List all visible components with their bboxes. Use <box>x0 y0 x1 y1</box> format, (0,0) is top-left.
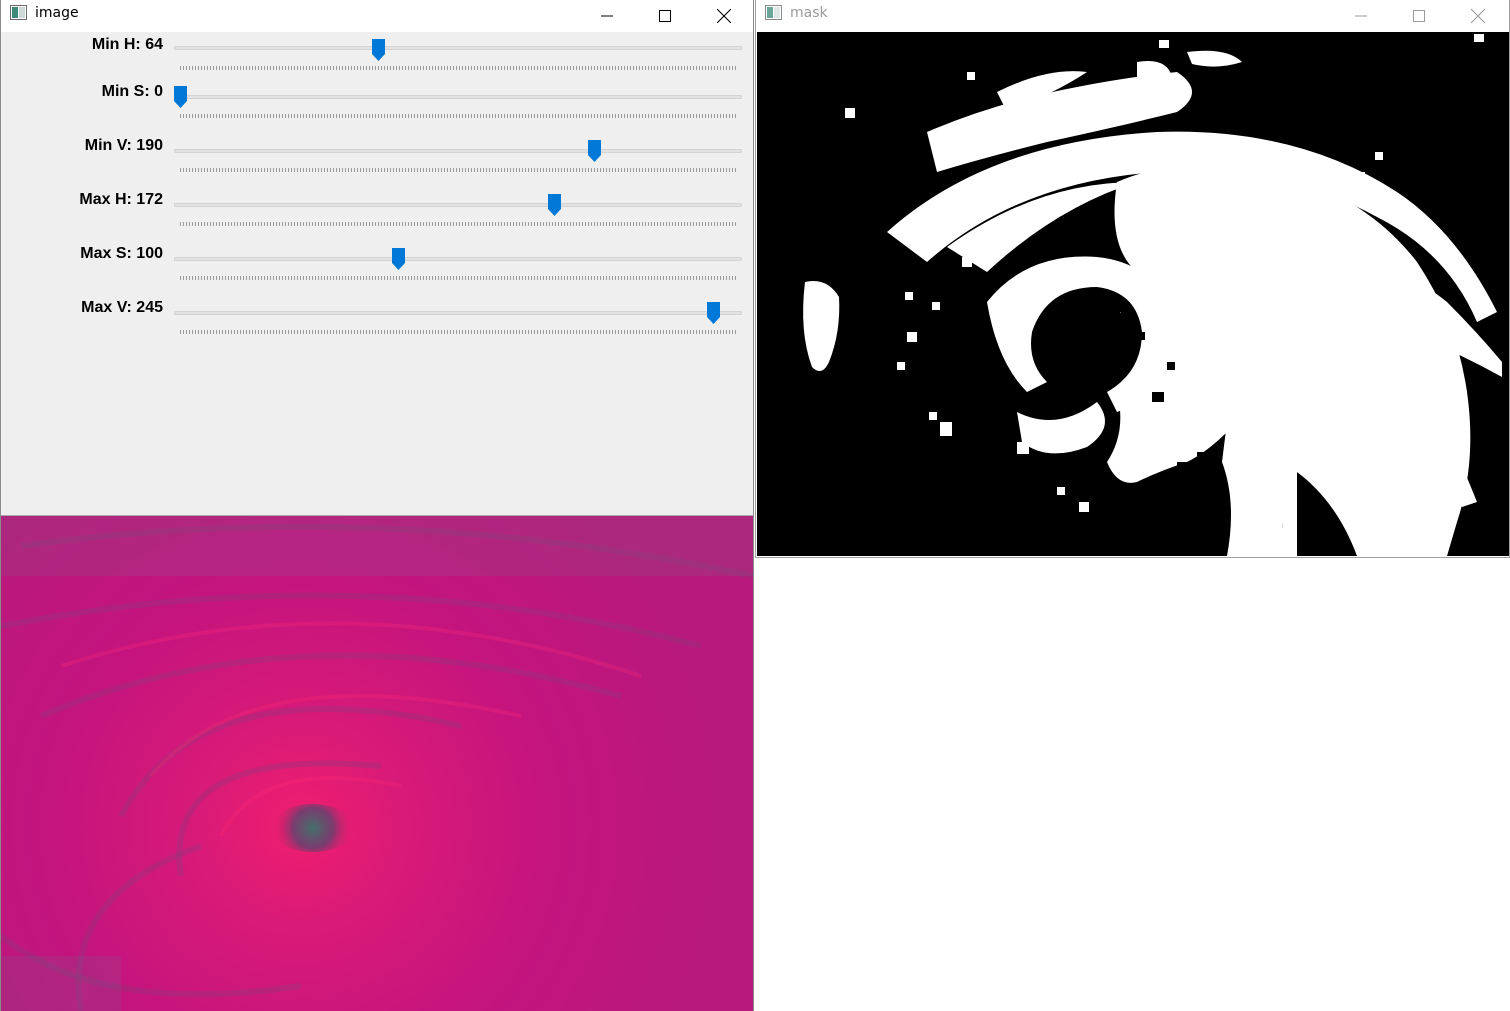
trackbar-label: Min S: 0 <box>101 83 163 100</box>
mask-titlebar[interactable]: mask <box>756 0 1509 31</box>
trackbar-ticks <box>180 168 736 172</box>
window-title: image <box>35 5 79 21</box>
minimize-button[interactable] <box>1332 0 1390 31</box>
trackbar-ticks <box>180 66 736 70</box>
trackbar-panel: Min H: 64 Min S: 0 Min V: 190 Max H: 172… <box>1 32 753 516</box>
hurricane-image <box>1 516 753 1011</box>
trackbar-track[interactable] <box>174 46 742 50</box>
minimize-icon <box>601 15 613 16</box>
app-icon <box>765 5 782 20</box>
close-button[interactable] <box>1449 0 1507 31</box>
image-window: image Min H: 64 Min S: 0 Min V: 190 Max … <box>0 0 754 1011</box>
trackbar-min-h[interactable]: Min H: 64 <box>1 32 753 80</box>
trackbar-track[interactable] <box>174 95 742 99</box>
maximize-button[interactable] <box>636 0 694 31</box>
trackbar-max-v[interactable]: Max V: 245 <box>1 296 753 344</box>
trackbar-label: Min V: 190 <box>84 137 163 154</box>
threshold-mask <box>757 32 1509 556</box>
window-title: mask <box>790 5 828 21</box>
maximize-button[interactable] <box>1390 0 1448 31</box>
trackbar-thumb[interactable] <box>587 140 601 162</box>
close-icon <box>1471 8 1485 23</box>
trackbar-max-h[interactable]: Max H: 172 <box>1 188 753 236</box>
trackbar-track[interactable] <box>174 149 742 153</box>
trackbar-ticks <box>180 330 736 334</box>
app-icon <box>10 5 27 20</box>
minimize-icon <box>1355 15 1367 16</box>
trackbar-thumb[interactable] <box>548 194 562 216</box>
trackbar-max-s[interactable]: Max S: 100 <box>1 242 753 290</box>
trackbar-label: Min H: 64 <box>91 36 163 53</box>
trackbar-min-s[interactable]: Min S: 0 <box>1 80 753 128</box>
trackbar-thumb[interactable] <box>372 39 386 61</box>
minimize-button[interactable] <box>578 0 636 31</box>
trackbar-track[interactable] <box>174 257 742 261</box>
trackbar-thumb[interactable] <box>174 86 187 108</box>
close-icon <box>717 8 731 23</box>
image-preview <box>1 516 753 1011</box>
trackbar-ticks <box>180 114 736 118</box>
maximize-icon <box>659 9 671 22</box>
close-button[interactable] <box>695 0 753 31</box>
trackbar-track[interactable] <box>174 203 742 207</box>
trackbar-label: Max H: 172 <box>79 191 163 208</box>
trackbar-min-v[interactable]: Min V: 190 <box>1 134 753 182</box>
image-titlebar[interactable]: image <box>1 0 753 31</box>
trackbar-ticks <box>180 222 736 226</box>
trackbar-track[interactable] <box>174 311 742 315</box>
trackbar-thumb[interactable] <box>707 302 721 324</box>
trackbar-ticks <box>180 276 736 280</box>
mask-window: mask <box>755 0 1510 558</box>
trackbar-label: Max S: 100 <box>80 245 163 262</box>
trackbar-thumb[interactable] <box>391 248 405 270</box>
mask-image <box>757 32 1509 556</box>
maximize-icon <box>1413 9 1425 22</box>
trackbar-label: Max V: 245 <box>81 299 163 316</box>
